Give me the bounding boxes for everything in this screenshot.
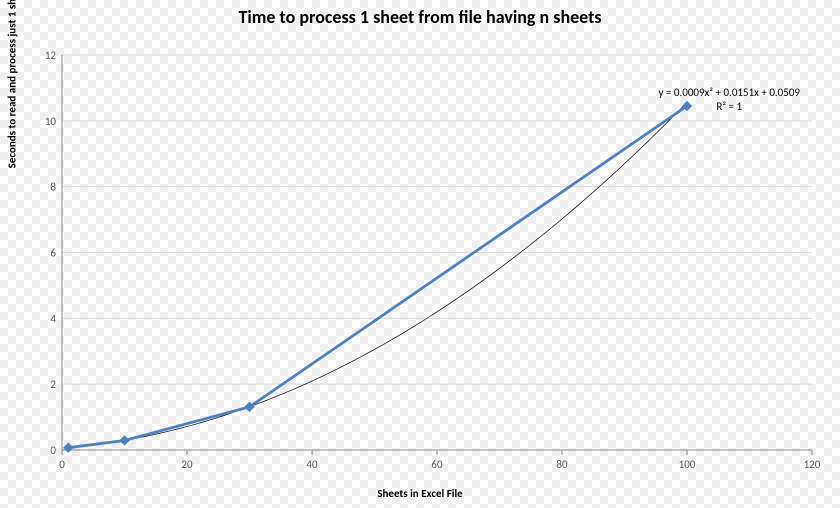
y-tick-label: 8 (50, 181, 56, 194)
chart-svg: 024681012020406080100120 (0, 0, 840, 508)
trendline (68, 102, 687, 447)
x-tick-label: 0 (59, 458, 65, 471)
x-tick-label: 40 (306, 458, 318, 471)
y-tick-label: 12 (45, 49, 57, 62)
y-tick-label: 4 (50, 312, 56, 325)
x-tick-label: 100 (679, 458, 696, 471)
x-tick-label: 20 (181, 458, 193, 471)
x-tick-label: 80 (556, 458, 568, 471)
x-tick-label: 60 (431, 458, 443, 471)
data-point-marker (120, 436, 129, 445)
data-point-marker (64, 443, 73, 452)
y-tick-label: 10 (45, 115, 57, 128)
data-series-line (68, 106, 687, 448)
y-tick-label: 0 (50, 444, 56, 457)
y-tick-label: 2 (50, 378, 56, 391)
x-tick-label: 120 (804, 458, 821, 471)
y-tick-label: 6 (50, 247, 56, 260)
